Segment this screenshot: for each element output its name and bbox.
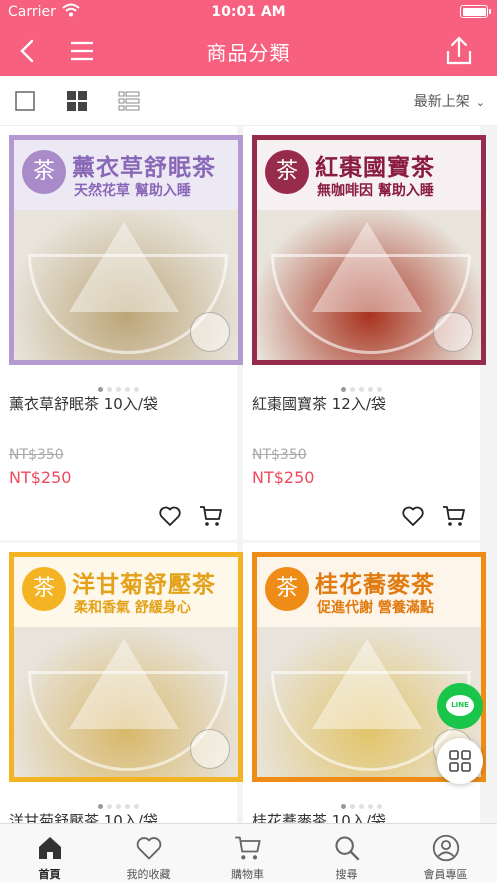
tea-photo xyxy=(14,627,238,777)
original-price: NT$350 xyxy=(252,447,307,463)
product-banner: 茶 桂花蕎麥茶 促進代謝 營養滿點 xyxy=(257,557,481,629)
teabag-shape xyxy=(69,222,179,312)
product-banner: 茶 薰衣草舒眠茶 天然花草 幫助入睡 xyxy=(14,140,238,212)
product-card[interactable]: 茶 紅棗國寶茶 無咖啡因 幫助入睡 紅棗國寶茶 12入/袋 NT$350 NT$… xyxy=(243,126,486,540)
banner-title: 洋甘菊舒壓茶 xyxy=(72,572,216,598)
nav-bar: 商品分類 xyxy=(0,24,497,76)
tab-label: 購物車 xyxy=(231,868,264,881)
single-view-icon[interactable] xyxy=(14,90,36,112)
teabag-shape xyxy=(312,639,422,729)
tab-label: 搜尋 xyxy=(335,868,358,881)
tea-badge: 茶 xyxy=(22,150,66,194)
tea-badge: 茶 xyxy=(265,567,309,611)
product-banner: 茶 紅棗國寶茶 無咖啡因 幫助入睡 xyxy=(257,140,481,212)
status-time: 10:01 AM xyxy=(211,4,286,20)
apps-icon xyxy=(449,750,471,772)
apps-button[interactable] xyxy=(437,738,483,784)
tab-label: 會員專區 xyxy=(423,868,468,881)
grid-view-icon[interactable] xyxy=(66,90,88,112)
brand-logo xyxy=(433,312,473,352)
product-image[interactable]: 茶 薰衣草舒眠茶 天然花草 幫助入睡 xyxy=(9,135,243,365)
tab-label: 我的收藏 xyxy=(126,868,171,881)
product-name[interactable]: 桂花蕎麥茶 10入/袋 xyxy=(252,810,386,823)
brand-logo xyxy=(190,729,230,769)
cart-icon[interactable] xyxy=(442,504,466,528)
product-image[interactable]: 茶 洋甘菊舒壓茶 柔和香氣 舒緩身心 xyxy=(9,552,243,782)
tea-photo xyxy=(14,210,238,360)
tea-badge: 茶 xyxy=(22,567,66,611)
cart-icon[interactable] xyxy=(199,504,223,528)
product-name[interactable]: 洋甘菊舒壓茶 10入/袋 xyxy=(9,810,158,823)
tab-favorites[interactable]: 我的收藏 xyxy=(99,824,198,883)
banner-title: 紅棗國寶茶 xyxy=(315,155,435,181)
list-view-icon[interactable] xyxy=(118,90,140,112)
tab-search[interactable]: 搜尋 xyxy=(297,824,396,883)
page-title: 商品分類 xyxy=(206,41,291,65)
view-toolbar: 最新上架 ⌄ xyxy=(0,76,497,126)
teabag-shape xyxy=(312,222,422,312)
share-icon[interactable] xyxy=(444,36,474,66)
app-header: Carrier 10:01 AM 商品分類 xyxy=(0,0,497,76)
tea-badge: 茶 xyxy=(265,150,309,194)
banner-title: 薰衣草舒眠茶 xyxy=(72,155,216,181)
product-name[interactable]: 紅棗國寶茶 12入/袋 xyxy=(252,393,386,414)
tab-cart[interactable]: 購物車 xyxy=(198,824,297,883)
product-grid: 茶 薰衣草舒眠茶 天然花草 幫助入睡 薰衣草舒眠茶 10入/袋 NT$350 N… xyxy=(0,126,497,823)
sort-label: 最新上架 xyxy=(413,94,470,110)
home-icon xyxy=(39,837,61,859)
tab-label: 首頁 xyxy=(38,868,61,881)
heart-icon[interactable] xyxy=(401,504,425,528)
banner-subtitle: 無咖啡因 幫助入睡 xyxy=(317,183,434,199)
line-chat-button[interactable]: LINE xyxy=(437,683,483,729)
product-name[interactable]: 薰衣草舒眠茶 10入/袋 xyxy=(9,393,158,414)
search-icon xyxy=(335,836,360,861)
banner-subtitle: 柔和香氣 舒緩身心 xyxy=(74,600,191,616)
product-card[interactable]: 茶 薰衣草舒眠茶 天然花草 幫助入睡 薰衣草舒眠茶 10入/袋 NT$350 N… xyxy=(0,126,243,540)
heart-icon[interactable] xyxy=(158,504,182,528)
tea-photo xyxy=(257,210,481,360)
product-image[interactable]: 茶 紅棗國寶茶 無咖啡因 幫助入睡 xyxy=(252,135,486,365)
banner-subtitle: 促進代謝 營養滿點 xyxy=(317,600,434,616)
tab-home[interactable]: 首頁 xyxy=(0,824,99,883)
sale-price: NT$250 xyxy=(252,468,315,487)
status-bar: Carrier 10:01 AM xyxy=(0,0,497,24)
battery-icon xyxy=(460,5,491,18)
user-icon xyxy=(432,834,460,862)
heart-icon xyxy=(136,837,162,860)
sale-price: NT$250 xyxy=(9,468,72,487)
teabag-shape xyxy=(69,639,179,729)
tab-member[interactable]: 會員專區 xyxy=(396,824,495,883)
original-price: NT$350 xyxy=(9,447,64,463)
line-icon: LINE xyxy=(446,695,474,716)
banner-title: 桂花蕎麥茶 xyxy=(315,572,435,598)
cart-icon xyxy=(235,836,261,860)
chevron-down-icon: ⌄ xyxy=(475,96,485,109)
banner-subtitle: 天然花草 幫助入睡 xyxy=(74,183,191,199)
product-banner: 茶 洋甘菊舒壓茶 柔和香氣 舒緩身心 xyxy=(14,557,238,629)
product-card[interactable]: 茶 桂花蕎麥茶 促進代謝 營養滿點 桂花蕎麥茶 10入/袋 xyxy=(243,543,486,823)
tab-bar: 首頁 我的收藏 購物車 搜尋 會員專區 xyxy=(0,823,497,883)
product-card[interactable]: 茶 洋甘菊舒壓茶 柔和香氣 舒緩身心 洋甘菊舒壓茶 10入/袋 xyxy=(0,543,243,823)
sort-dropdown[interactable]: 最新上架 ⌄ xyxy=(414,91,485,111)
brand-logo xyxy=(190,312,230,352)
